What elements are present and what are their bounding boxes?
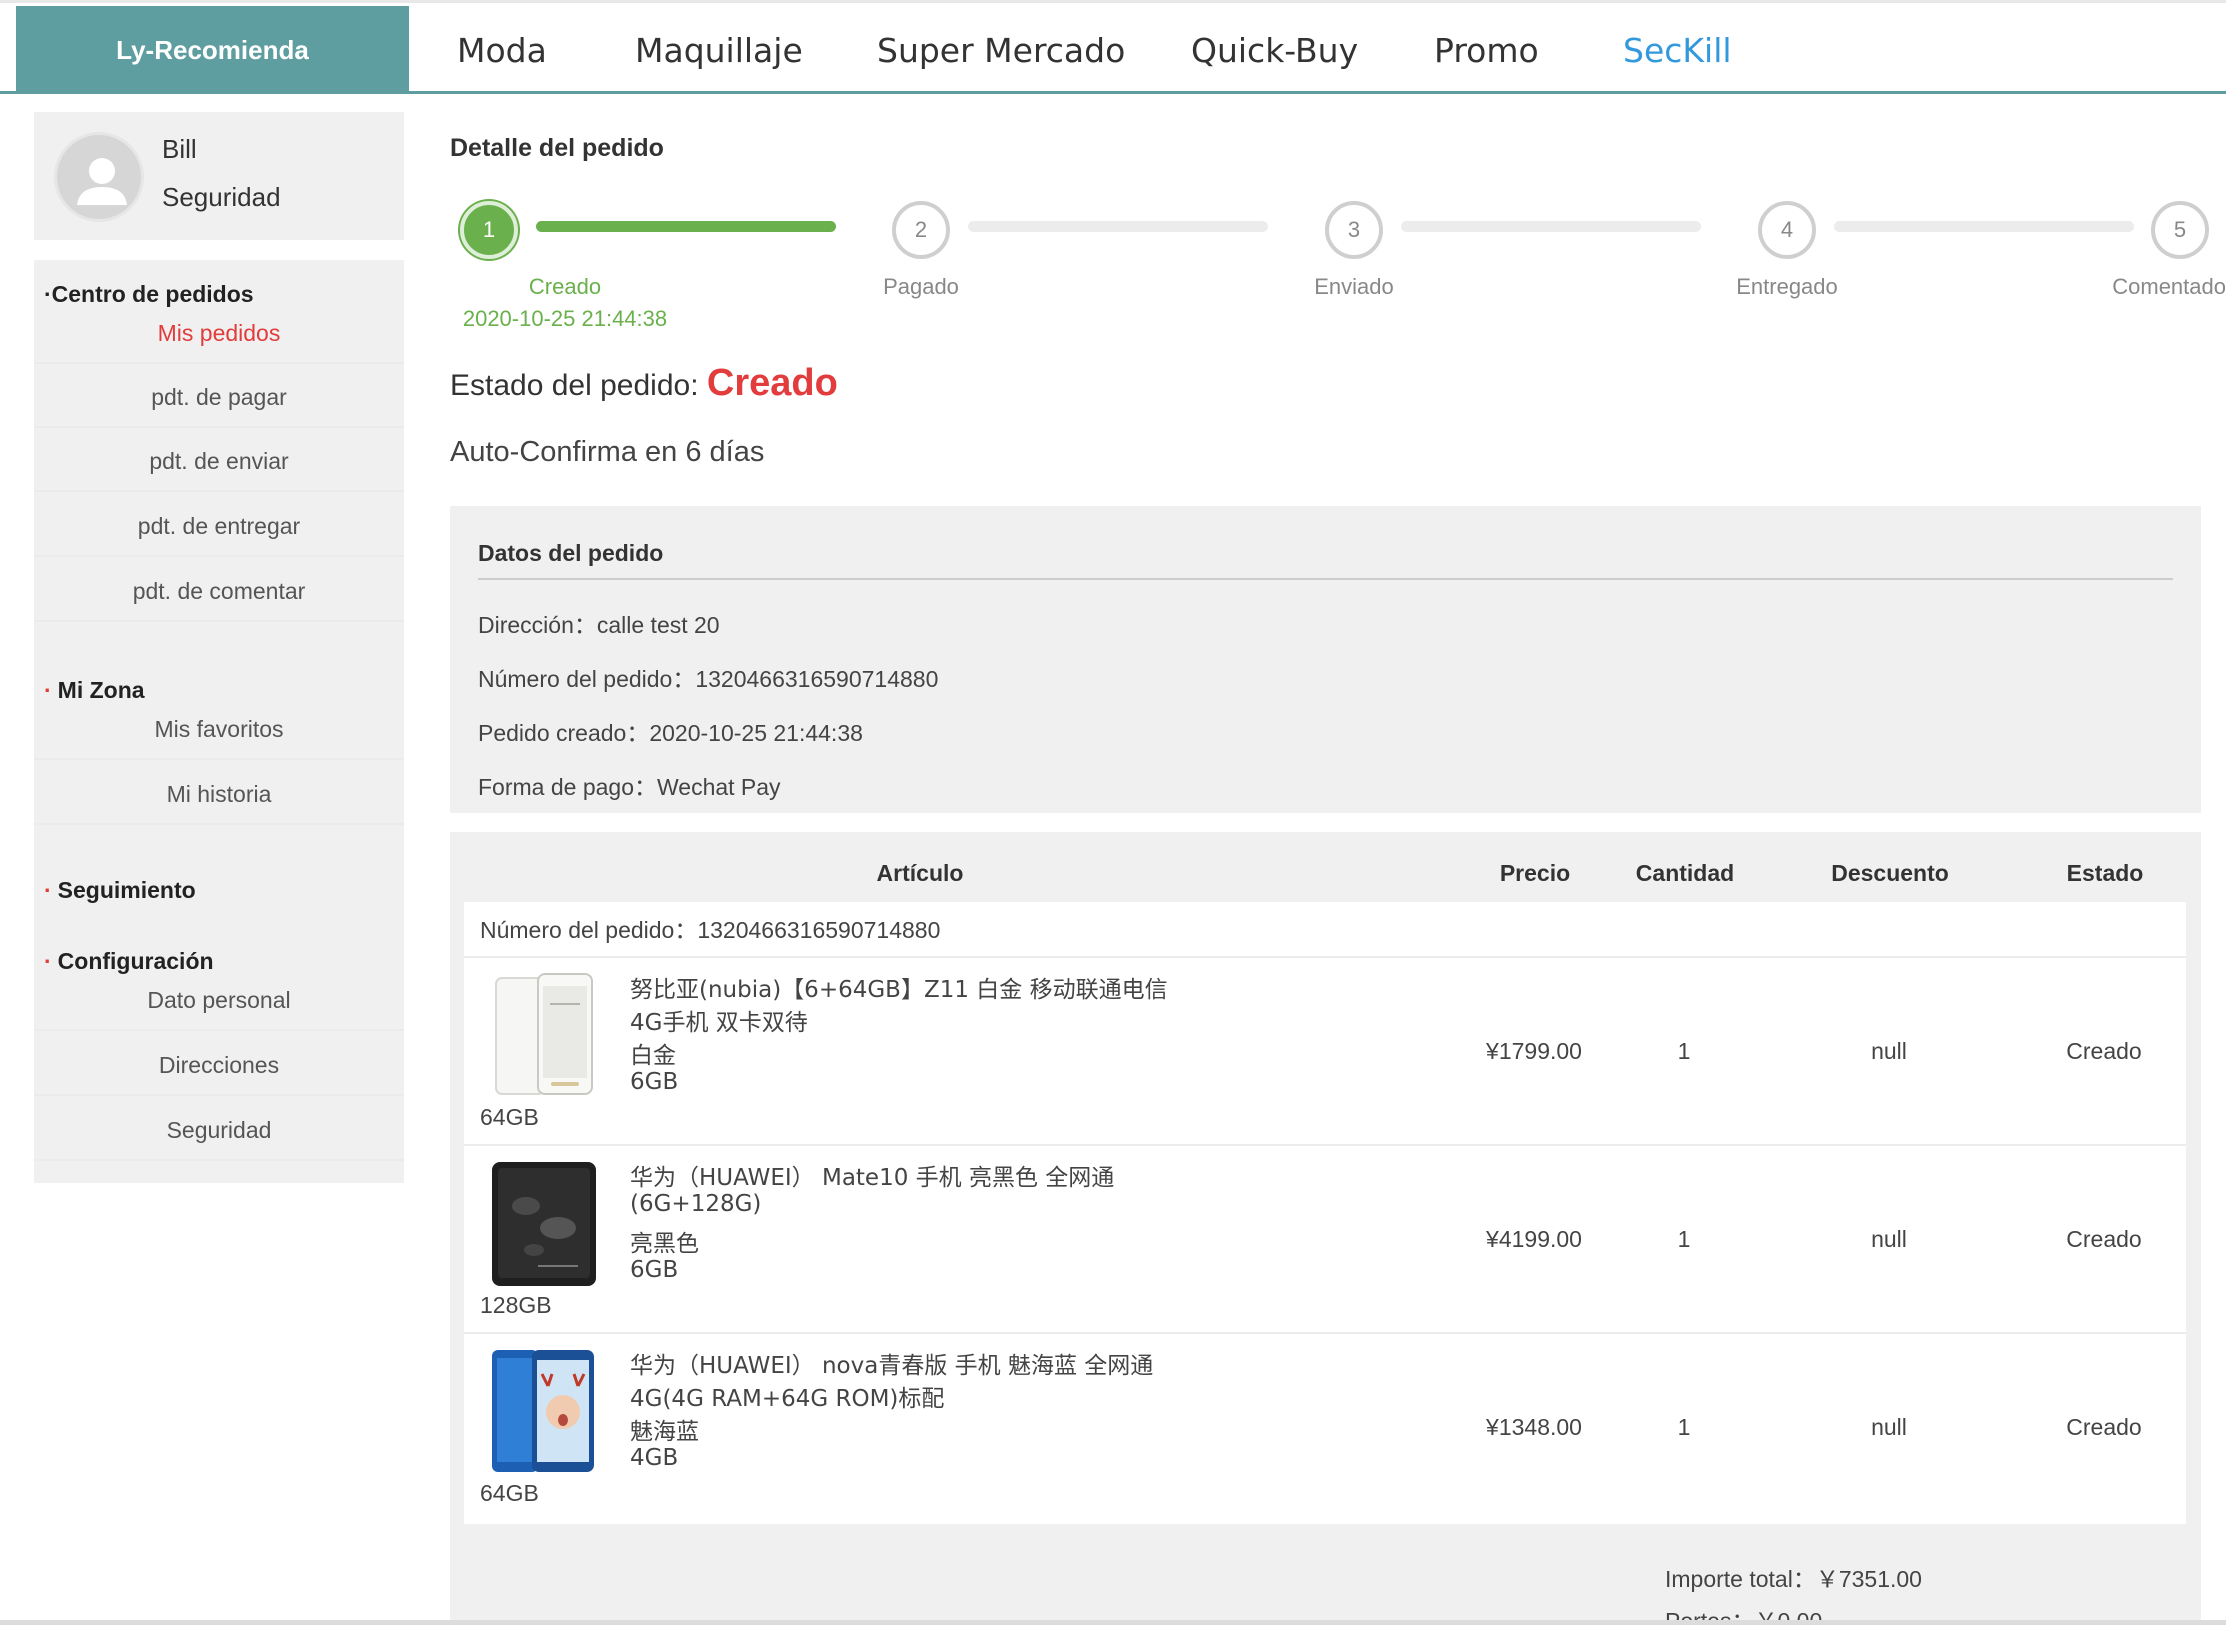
product-image-nubia[interactable]	[488, 970, 598, 1100]
auto-confirm-text: Auto-Confirma en 6 días	[450, 436, 765, 468]
order-items-table: Artículo Precio Cantidad Descuento Estad…	[450, 832, 2201, 1625]
table-order-number: Número del pedido：1320466316590714880	[464, 902, 2186, 958]
item-status: Creado	[2066, 1038, 2142, 1064]
sidebar-menu: ·Centro de pedidos Mis pedidos pdt. de p…	[34, 260, 404, 1183]
step-bar-1	[536, 221, 836, 232]
step-2-label: Pagado	[883, 274, 959, 299]
product-image-mate10[interactable]	[488, 1158, 598, 1288]
sidebar-item-pdt-comentar[interactable]: pdt. de comentar	[34, 560, 404, 622]
sidebar-item-pdt-entregar[interactable]: pdt. de entregar	[34, 495, 404, 557]
step-5-circle: 5	[2151, 201, 2209, 259]
step-bar-4	[1834, 221, 2134, 232]
item-title-line2: (6G+128G)	[630, 1191, 762, 1217]
order-status-label: Estado del pedido:	[450, 369, 699, 402]
step-1-time: 2020-10-25 21:44:38	[462, 306, 668, 331]
table-row[interactable]: 华为（HUAWEI） nova青春版 手机 魅海蓝 全网通 4G(4G RAM+…	[464, 1334, 2186, 1522]
col-header-status: Estado	[2066, 860, 2144, 886]
user-card: Bill Seguridad	[34, 112, 404, 240]
item-title[interactable]: 努比亚(nubia)【6+64GB】Z11 白金 移动联通电信	[630, 970, 1168, 1004]
step-4-label: Entregado	[1736, 274, 1838, 299]
product-image-nova[interactable]	[488, 1346, 598, 1476]
nav-promo[interactable]: Promo	[1434, 31, 1539, 70]
col-header-article: Artículo	[876, 860, 964, 886]
brand-logo[interactable]: Ly-Recomienda	[16, 6, 409, 94]
order-status-value: Creado	[706, 362, 838, 404]
sidebar-item-pdt-pagar[interactable]: pdt. de pagar	[34, 366, 404, 428]
nav-super-mercado[interactable]: Super Mercado	[877, 31, 1125, 70]
sidebar-item-seguridad[interactable]: Seguridad	[34, 1099, 404, 1161]
order-address: Dirección：calle test 20	[478, 612, 720, 638]
step-2-circle: 2	[892, 201, 950, 259]
item-quantity: 1	[1677, 1038, 1691, 1064]
nav-quick-buy[interactable]: Quick-Buy	[1191, 31, 1358, 70]
step-1-circle: 1	[460, 201, 518, 259]
item-title[interactable]: 华为（HUAWEI） Mate10 手机 亮黑色 全网通	[630, 1158, 1114, 1192]
item-discount: null	[1871, 1414, 1907, 1440]
page-bottom-edge	[0, 1620, 2226, 1625]
nav-maquillaje[interactable]: Maquillaje	[635, 31, 803, 70]
item-title-line2: 4G手机 双卡双待	[630, 1010, 808, 1036]
item-storage: 64GB	[480, 1480, 539, 1506]
bullet-icon: ·	[44, 877, 52, 903]
item-status: Creado	[2066, 1414, 2142, 1440]
sidebar-item-historia[interactable]: Mi historia	[34, 763, 404, 825]
item-ram: 4GB	[630, 1445, 679, 1471]
col-header-discount: Descuento	[1831, 860, 1949, 886]
user-avatar-icon[interactable]	[54, 132, 144, 222]
item-ram: 6GB	[630, 1257, 679, 1283]
user-name: Bill	[162, 134, 197, 164]
sidebar-heading-tracking[interactable]: · Seguimiento	[44, 877, 196, 904]
step-1-label: Creado	[528, 274, 602, 299]
item-discount: null	[1871, 1038, 1907, 1064]
sidebar-item-direcciones[interactable]: Direcciones	[34, 1034, 404, 1096]
step-bar-2	[968, 221, 1268, 232]
table-row[interactable]: 华为（HUAWEI） Mate10 手机 亮黑色 全网通 (6G+128G) 亮…	[464, 1146, 2186, 1334]
order-number: Número del pedido：1320466316590714880	[478, 666, 939, 692]
order-created: Pedido creado：2020-10-25 21:44:38	[478, 720, 863, 746]
item-ram: 6GB	[630, 1069, 679, 1095]
nav-moda[interactable]: Moda	[457, 31, 547, 70]
order-info-title: Datos del pedido	[478, 540, 664, 566]
nav-seckill[interactable]: SecKill	[1623, 31, 1732, 70]
item-discount: null	[1871, 1226, 1907, 1252]
divider	[478, 578, 2173, 580]
item-storage: 64GB	[480, 1104, 539, 1130]
col-header-quantity: Cantidad	[1635, 860, 1735, 886]
item-quantity: 1	[1677, 1226, 1691, 1252]
sidebar-item-dato-personal[interactable]: Dato personal	[34, 969, 404, 1031]
step-bar-3	[1401, 221, 1701, 232]
sidebar-item-mis-pedidos[interactable]: Mis pedidos	[34, 302, 404, 364]
sidebar-item-pdt-enviar[interactable]: pdt. de enviar	[34, 430, 404, 492]
item-status: Creado	[2066, 1226, 2142, 1252]
item-title[interactable]: 华为（HUAWEI） nova青春版 手机 魅海蓝 全网通	[630, 1346, 1153, 1380]
item-color: 白金	[630, 1043, 676, 1069]
item-storage: 128GB	[480, 1292, 552, 1318]
item-title-line2: 4G(4G RAM+64G ROM)标配	[630, 1386, 945, 1412]
item-color: 魅海蓝	[630, 1419, 699, 1445]
sidebar-item-favoritos[interactable]: Mis favoritos	[34, 698, 404, 760]
items-list: Número del pedido：1320466316590714880 努比…	[464, 902, 2186, 1524]
step-4-circle: 4	[1758, 201, 1816, 259]
step-3-label: Enviado	[1314, 274, 1394, 299]
step-3-circle: 3	[1325, 201, 1383, 259]
page-title: Detalle del pedido	[450, 134, 664, 162]
step-5-label: Comentado	[2112, 274, 2226, 299]
order-total: Importe total：￥7351.00	[1665, 1566, 1922, 1592]
order-info-box: Datos del pedido Dirección：calle test 20…	[450, 506, 2201, 813]
top-navigation-bar: Ly-Recomienda Moda Maquillaje Super Merc…	[0, 0, 2226, 94]
sidebar-heading-tracking-label: Seguimiento	[57, 877, 196, 903]
item-color: 亮黑色	[630, 1231, 699, 1257]
user-subtitle: Seguridad	[162, 182, 281, 212]
order-payment: Forma de pago：Wechat Pay	[478, 774, 781, 800]
item-quantity: 1	[1677, 1414, 1691, 1440]
order-status: Estado del pedido: Creado	[450, 362, 838, 405]
table-row[interactable]: 努比亚(nubia)【6+64GB】Z11 白金 移动联通电信 4G手机 双卡双…	[464, 958, 2186, 1146]
